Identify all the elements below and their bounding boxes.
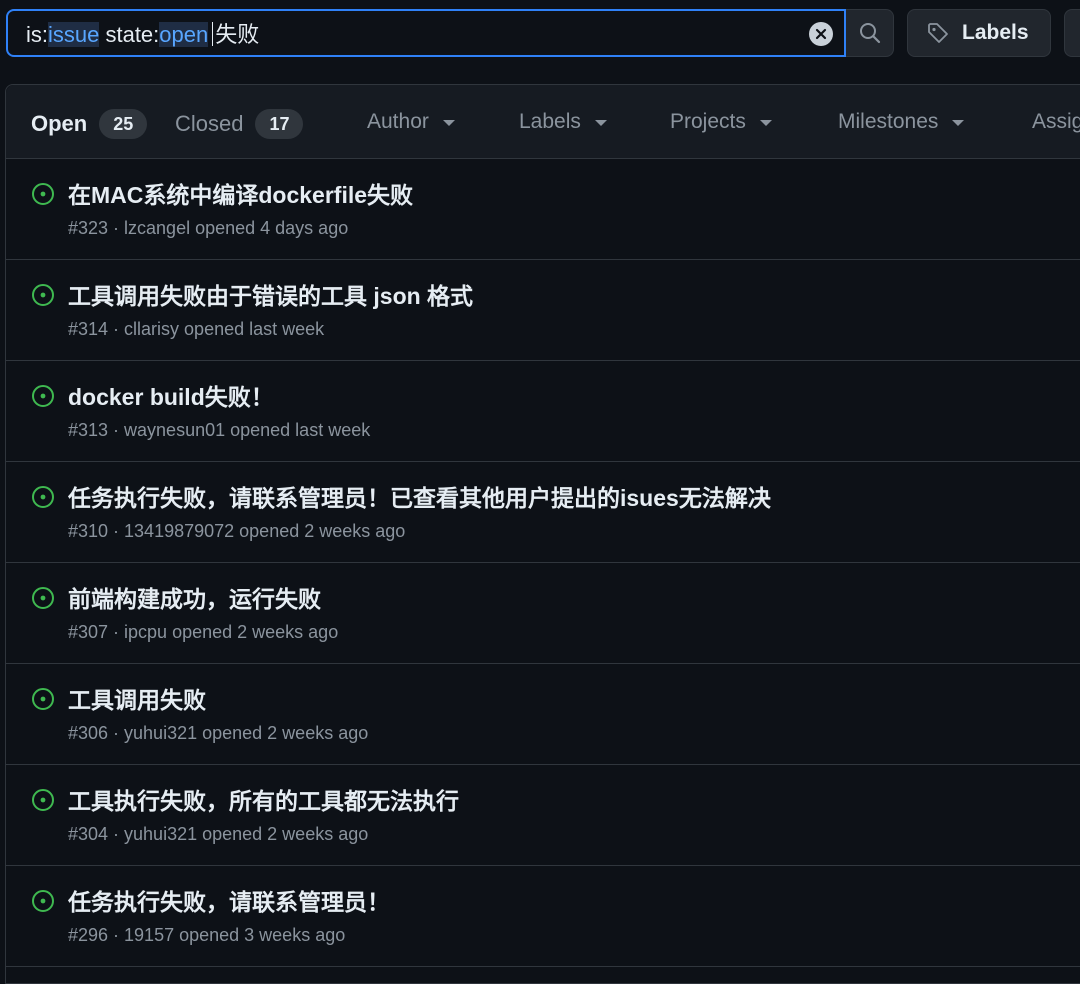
filter-labels-label: Labels	[519, 110, 581, 133]
issue-row[interactable]: 工具调用失败 #306 · yuhui321 opened 2 weeks ag…	[6, 664, 1080, 765]
filter-labels[interactable]: Labels	[519, 110, 607, 134]
chevron-down-icon	[759, 120, 772, 126]
search-token-key: is:	[26, 22, 48, 47]
search-button[interactable]	[846, 9, 894, 57]
chevron-down-icon	[952, 120, 965, 126]
filter-assignee-label: Assig	[1032, 110, 1080, 133]
tag-icon	[928, 23, 948, 43]
tab-closed-label: Closed	[175, 111, 244, 136]
tab-open[interactable]: Open 25	[31, 109, 148, 139]
issue-meta: #314 · cllarisy opened last week	[68, 319, 325, 339]
issue-list: 在MAC系统中编译dockerfile失败 #323 · lzcangel op…	[6, 159, 1080, 967]
issue-row[interactable]: 前端构建成功，运行失败 #307 · ipcpu opened 2 weeks …	[6, 563, 1080, 664]
labels-button[interactable]: Labels	[907, 9, 1051, 57]
issue-title-link[interactable]: 在MAC系统中编译dockerfile失败	[68, 176, 413, 210]
issue-title-link[interactable]: 任务执行失败，请联系管理员！	[68, 883, 390, 917]
chevron-down-icon	[594, 120, 607, 126]
filter-author-label: Author	[367, 110, 429, 133]
filter-assignee[interactable]: Assig	[1032, 110, 1080, 134]
issue-meta: #296 · 19157 opened 3 weeks ago	[68, 925, 346, 945]
issue-meta: #306 · yuhui321 opened 2 weeks ago	[68, 723, 369, 743]
x-icon	[815, 28, 827, 40]
issue-title-link[interactable]: 前端构建成功，运行失败	[68, 580, 321, 614]
issue-row[interactable]: 在MAC系统中编译dockerfile失败 #323 · lzcangel op…	[6, 159, 1080, 260]
search-query[interactable]: is:issue state:open 失败	[26, 22, 259, 48]
topbar: is:issue state:open 失败 Labels	[0, 0, 1080, 70]
milestones-button[interactable]	[1064, 9, 1080, 57]
issue-meta: #323 · lzcangel opened 4 days ago	[68, 218, 349, 238]
issue-row[interactable]: 工具执行失败，所有的工具都无法执行 #304 · yuhui321 opened…	[6, 765, 1080, 866]
filter-milestones-label: Milestones	[838, 110, 939, 133]
issue-meta: #310 · 13419879072 opened 2 weeks ago	[68, 521, 406, 541]
issue-title-link[interactable]: 工具执行失败，所有的工具都无法执行	[68, 782, 459, 816]
issue-meta: #307 · ipcpu opened 2 weeks ago	[68, 622, 339, 642]
issue-row[interactable]: 任务执行失败，请联系管理员！已查看其他用户提出的isues无法解决 #310 ·…	[6, 462, 1080, 563]
search-token-key: state:	[99, 22, 160, 47]
search-free-text: 失败	[215, 22, 260, 47]
tab-closed[interactable]: Closed 17	[175, 109, 304, 139]
labels-button-label: Labels	[962, 21, 1029, 44]
search-token-value: open	[159, 22, 209, 47]
search-token-value: issue	[48, 22, 100, 47]
filter-projects[interactable]: Projects	[670, 110, 772, 134]
open-count-badge: 25	[99, 109, 148, 139]
issue-opened-icon	[32, 890, 54, 912]
issue-row[interactable]: 工具调用失败由于错误的工具 json 格式 #314 · cllarisy op…	[6, 260, 1080, 361]
issue-opened-icon	[32, 789, 54, 811]
issue-title-link[interactable]: 工具调用失败由于错误的工具 json 格式	[68, 277, 473, 311]
filter-author[interactable]: Author	[367, 110, 455, 134]
closed-count-badge: 17	[255, 109, 304, 139]
search-icon	[859, 23, 880, 44]
issue-opened-icon	[32, 688, 54, 710]
search-input[interactable]: is:issue state:open 失败	[6, 9, 846, 57]
issues-panel: Open 25 Closed 17 Author Labels Projects…	[5, 84, 1080, 984]
issue-title-link[interactable]: 工具调用失败	[68, 681, 206, 715]
issue-opened-icon	[32, 183, 54, 205]
issue-title-link[interactable]: 任务执行失败，请联系管理员！已查看其他用户提出的isues无法解决	[68, 479, 771, 513]
tab-open-label: Open	[31, 111, 88, 136]
issue-meta: #313 · waynesun01 opened last week	[68, 420, 371, 440]
issue-opened-icon	[32, 587, 54, 609]
filter-milestones[interactable]: Milestones	[838, 110, 965, 134]
issue-row[interactable]: docker build失败！ #313 · waynesun01 opened…	[6, 361, 1080, 462]
issue-opened-icon	[32, 486, 54, 508]
filter-projects-label: Projects	[670, 110, 746, 133]
issue-opened-icon	[32, 284, 54, 306]
issue-title-link[interactable]: docker build失败！	[68, 378, 274, 412]
issues-header: Open 25 Closed 17 Author Labels Projects…	[6, 85, 1080, 159]
clear-search-button[interactable]	[809, 22, 833, 46]
issue-opened-icon	[32, 385, 54, 407]
issue-meta: #304 · yuhui321 opened 2 weeks ago	[68, 824, 369, 844]
text-cursor	[212, 22, 214, 46]
chevron-down-icon	[442, 120, 455, 126]
issue-row[interactable]: 任务执行失败，请联系管理员！ #296 · 19157 opened 3 wee…	[6, 866, 1080, 967]
